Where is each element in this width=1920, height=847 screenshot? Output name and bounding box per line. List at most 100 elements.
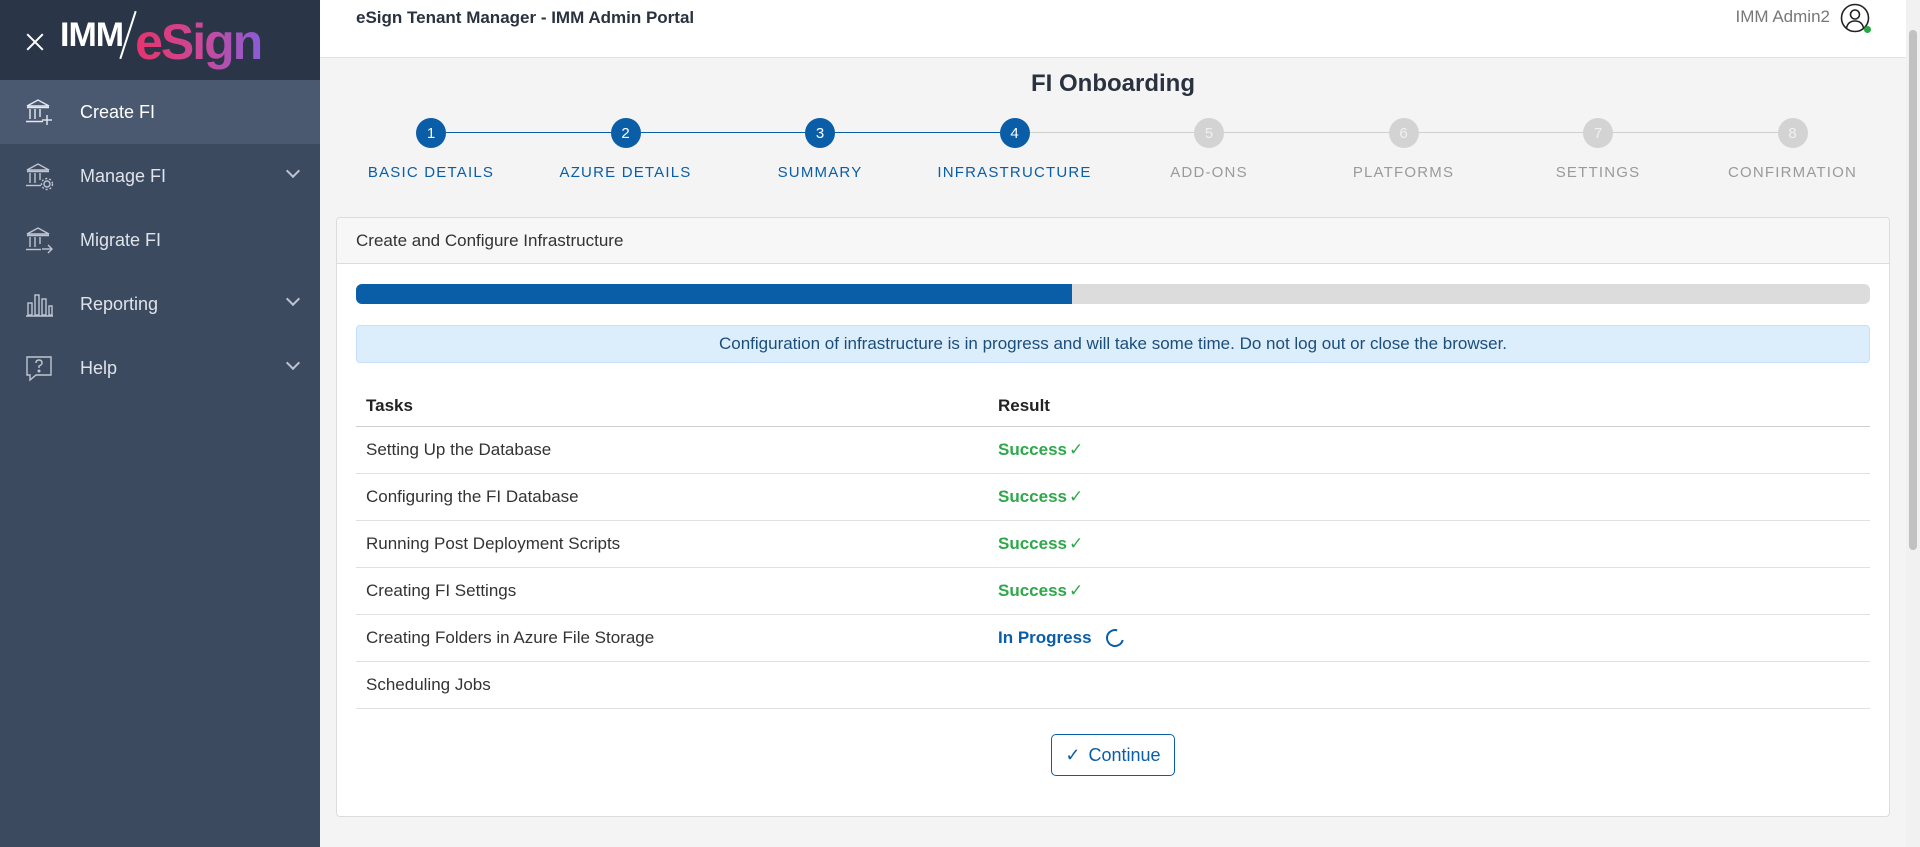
step-add-ons[interactable]: 5 ADD-ONS <box>1109 118 1309 181</box>
result-success: Success ✓ <box>998 581 1083 600</box>
task-name: Setting Up the Database <box>356 426 988 474</box>
step-number: 2 <box>610 118 641 148</box>
result-success: Success ✓ <box>998 487 1083 506</box>
progress-alert: Configuration of infrastructure is in pr… <box>356 325 1870 363</box>
step-label: SUMMARY <box>777 164 863 181</box>
sidebar-item-label: Reporting <box>80 293 159 314</box>
step-number: 8 <box>1777 118 1808 148</box>
step-number: 1 <box>416 118 446 148</box>
table-row: Creating FI Settings Success ✓ <box>356 567 1870 615</box>
task-name: Scheduling Jobs <box>356 661 988 709</box>
step-label: SETTINGS <box>1555 164 1641 181</box>
result-text: Success <box>998 580 1067 600</box>
result-text: In Progress <box>998 627 1092 647</box>
online-status-dot <box>1864 26 1871 33</box>
portal-title: eSign Tenant Manager - IMM Admin Portal <box>356 8 695 27</box>
logo-imm-text: IMM <box>60 16 124 54</box>
sidebar-item-migrate-fi[interactable]: Migrate FI <box>0 208 320 272</box>
task-result: Success ✓ <box>988 426 1870 474</box>
table-row: Running Post Deployment Scripts Success ✓ <box>356 520 1870 568</box>
check-icon: ✓ <box>1069 580 1084 600</box>
step-settings[interactable]: 7 SETTINGS <box>1498 118 1698 181</box>
table-row: Scheduling Jobs <box>356 661 1870 709</box>
task-name: Creating FI Settings <box>356 567 988 615</box>
step-number: 6 <box>1388 118 1419 148</box>
top-bar: eSign Tenant Manager - IMM Admin Portal … <box>320 0 1920 58</box>
step-label: PLATFORMS <box>1352 164 1455 181</box>
check-icon: ✓ <box>1069 486 1084 506</box>
bank-gear-icon <box>24 161 54 191</box>
continue-label: Continue <box>1088 744 1161 765</box>
step-number: 3 <box>805 118 835 148</box>
infrastructure-card: Create and Configure Infrastructure Conf… <box>336 217 1890 817</box>
task-result: Success ✓ <box>988 520 1870 568</box>
column-header-result: Result <box>988 386 1870 427</box>
sidebar: IMM eSign Create FI Manage FI Migrate FI… <box>0 0 320 847</box>
sidebar-item-label: Help <box>80 357 118 378</box>
sidebar-item-create-fi[interactable]: Create FI <box>0 80 320 144</box>
result-success: Success ✓ <box>998 440 1083 459</box>
bank-arrow-icon <box>24 225 54 255</box>
progress-bar-fill <box>356 284 1073 304</box>
task-result: Success ✓ <box>988 473 1870 521</box>
step-azure-details[interactable]: 2 AZURE DETAILS <box>526 118 726 181</box>
step-label: AZURE DETAILS <box>559 164 692 181</box>
sidebar-item-manage-fi[interactable]: Manage FI <box>0 144 320 208</box>
task-result: In Progress <box>988 614 1870 662</box>
task-name: Creating Folders in Azure File Storage <box>356 614 988 662</box>
result-success: Success ✓ <box>998 534 1083 553</box>
result-text: Success <box>998 486 1067 506</box>
result-text: Success <box>998 439 1067 459</box>
page-title: FI Onboarding <box>1031 70 1195 97</box>
chevron-down-icon <box>285 355 301 371</box>
result-in-progress: In Progress <box>998 625 1127 650</box>
task-result: Success ✓ <box>988 567 1870 615</box>
scrollbar-thumb[interactable] <box>1909 30 1917 550</box>
scrollbar[interactable] <box>1906 0 1920 847</box>
check-icon: ✓ <box>1065 744 1081 765</box>
task-name: Configuring the FI Database <box>356 473 988 521</box>
step-number: 5 <box>1194 118 1224 148</box>
spinner-icon <box>1102 625 1127 650</box>
table-header-row: Tasks Result <box>356 386 1870 427</box>
step-label: CONFIRMATION <box>1727 164 1858 181</box>
step-confirmation[interactable]: 8 CONFIRMATION <box>1693 118 1893 181</box>
step-infrastructure[interactable]: 4 INFRASTRUCTURE <box>915 118 1115 181</box>
check-icon: ✓ <box>1069 533 1084 553</box>
column-header-tasks: Tasks <box>356 386 988 427</box>
step-label: BASIC DETAILS <box>367 164 495 181</box>
sidebar-item-label: Manage FI <box>80 165 167 186</box>
sidebar-item-reporting[interactable]: Reporting <box>0 272 320 336</box>
sidebar-item-help[interactable]: Help <box>0 336 320 400</box>
brand-logo: IMM eSign <box>60 8 263 70</box>
table-row: Creating Folders in Azure File Storage In… <box>356 614 1870 662</box>
help-icon <box>24 353 54 383</box>
step-label: ADD-ONS <box>1170 164 1248 181</box>
step-basic-details[interactable]: 1 BASIC DETAILS <box>331 118 531 181</box>
logo-esign-text: eSign <box>135 8 263 70</box>
user-name[interactable]: IMM Admin2 <box>1736 7 1830 27</box>
step-number: 7 <box>1583 118 1613 148</box>
task-name: Running Post Deployment Scripts <box>356 520 988 568</box>
check-icon: ✓ <box>1069 439 1084 459</box>
step-summary[interactable]: 3 SUMMARY <box>720 118 920 181</box>
step-platforms[interactable]: 6 PLATFORMS <box>1304 118 1504 181</box>
result-text: Success <box>998 533 1067 553</box>
sidebar-header: IMM eSign <box>0 0 320 80</box>
infrastructure-progress-bar <box>356 284 1870 304</box>
step-label: INFRASTRUCTURE <box>937 164 1092 181</box>
bank-add-icon <box>24 97 54 127</box>
task-result <box>988 661 1870 709</box>
chevron-down-icon <box>285 291 301 307</box>
card-header: Create and Configure Infrastructure <box>337 218 1889 264</box>
sidebar-item-label: Migrate FI <box>80 229 162 250</box>
onboarding-stepper: 1 BASIC DETAILS 2 AZURE DETAILS 3 SUMMARY 4 INF… <box>320 118 1906 188</box>
step-number: 4 <box>999 118 1030 148</box>
close-icon[interactable] <box>24 31 46 53</box>
sidebar-item-label: Create FI <box>80 101 156 122</box>
bar-chart-icon <box>24 289 54 319</box>
table-row: Setting Up the Database Success ✓ <box>356 426 1870 474</box>
continue-button[interactable]: ✓ Continue <box>1051 734 1175 776</box>
tasks-table: Tasks Result Setting Up the Database Succ… <box>356 386 1870 709</box>
chevron-down-icon <box>285 163 301 179</box>
